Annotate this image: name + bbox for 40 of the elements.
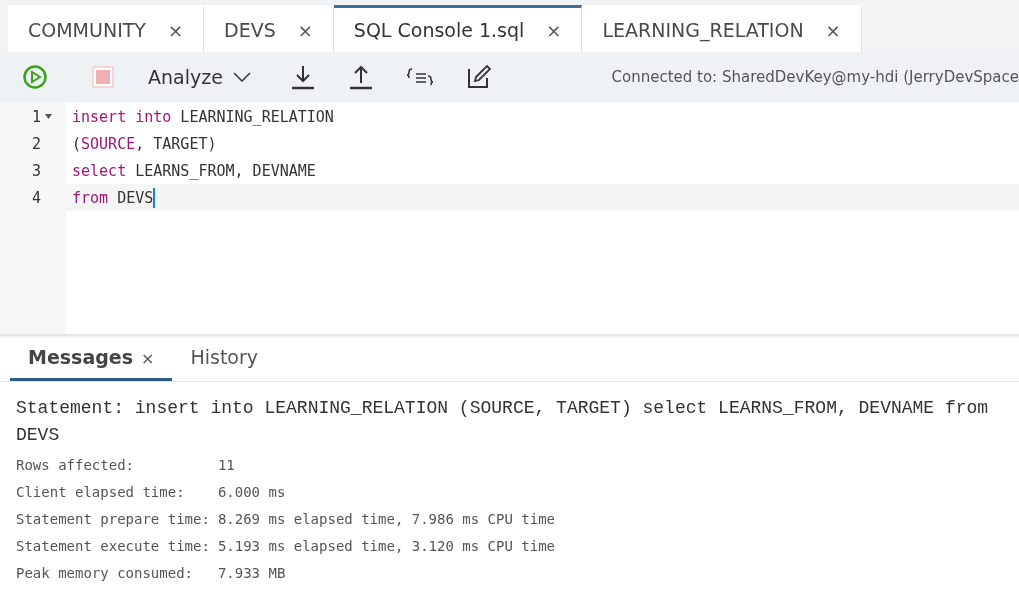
close-icon[interactable]: × [167, 19, 184, 41]
line-number: 2 [31, 134, 41, 153]
connection-status: Connected to: SharedDevKey@my-hdi (JerryDevSpace [611, 68, 1019, 86]
statement-message: Statement: insert into LEARNING_RELATION (SOURCE, TARGET) select LEARNS_FROM, DEVNAME from DEVS [16, 397, 990, 447]
detail-value: 6.000 ms [217, 483, 287, 502]
panel-tab[interactable]: History [172, 346, 277, 381]
detail-label: Statement prepare time: [16, 510, 211, 529]
detail-label: Client elapsed time: [16, 483, 186, 502]
line-number: 3 [31, 161, 41, 180]
upload-icon[interactable] [348, 64, 373, 90]
detail-label: Peak memory consumed: [16, 564, 194, 583]
close-icon[interactable]: × [825, 19, 841, 41]
panel-tab[interactable]: Messages × [10, 346, 173, 381]
analyze-dropdown[interactable]: Analyze [148, 66, 251, 88]
close-icon[interactable]: × [297, 19, 313, 41]
line-number: 1 [31, 107, 41, 126]
close-icon[interactable]: × [546, 19, 562, 41]
fold-icon[interactable] [45, 114, 52, 119]
code-line: (SOURCE, TARGET) [72, 134, 217, 153]
code-line: from DEVS [72, 188, 154, 207]
detail-value: 5.193 ms elapsed time, 3.120 ms CPU time [217, 537, 557, 556]
detail-value: 8.269 ms elapsed time, 7.986 ms CPU time [217, 510, 557, 529]
chevron-icon [232, 72, 251, 82]
detail-value: 7.933 MB [217, 564, 287, 583]
line-number: 4 [31, 188, 41, 207]
detail-label: Rows affected: [16, 456, 135, 475]
code-line: select LEARNS_FROM, DEVNAME [72, 161, 316, 180]
code-line: insert into LEARNING_RELATION [72, 107, 334, 126]
download-icon[interactable] [290, 64, 315, 90]
text-cursor [153, 187, 156, 208]
editor-tab[interactable]: LEARNING_RELATION × [582, 5, 862, 52]
detail-value: 11 [217, 456, 236, 475]
detail-label: Statement execute time: [16, 537, 211, 556]
run-icon[interactable] [22, 64, 48, 90]
editor-tab[interactable]: COMMUNITY × [8, 5, 205, 52]
editor-tab[interactable]: SQL Console 1.sql × [333, 5, 583, 52]
close-icon[interactable]: × [141, 349, 155, 368]
format-icon[interactable] [406, 67, 433, 87]
edit-icon[interactable] [466, 65, 491, 89]
editor-tab[interactable]: DEVS × [204, 5, 334, 52]
